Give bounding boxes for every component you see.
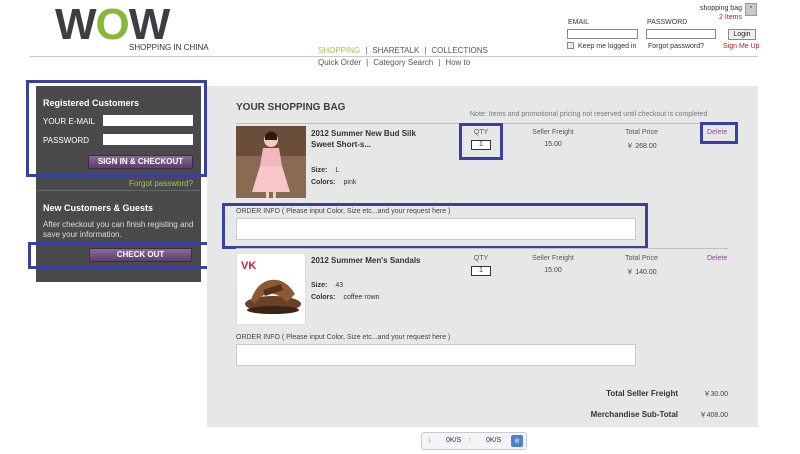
shopping-bag-title: YOUR SHOPPING BAG [236, 102, 346, 113]
nav-category-search[interactable]: Category Search [373, 58, 433, 67]
seller-freight-header: Seller Freight [532, 129, 574, 136]
login-button[interactable]: Login [728, 29, 756, 40]
colors-value: coffee rown [343, 294, 380, 301]
seller-freight-2: 15.00 [544, 267, 562, 274]
header-divider [30, 56, 758, 57]
shopping-bag-icon[interactable]: ● [745, 3, 757, 16]
seller-freight-header: Seller Freight [532, 255, 574, 262]
total-price-header: Total Price [625, 129, 658, 136]
header-password-label: PASSWORD [647, 19, 688, 26]
upload-speed: 0K/S [486, 437, 502, 444]
size-value: 43 [335, 282, 344, 289]
sign-up-link[interactable]: Sign Me Up [723, 43, 760, 50]
order-info-input-2[interactable] [236, 344, 636, 366]
keep-logged-in-label: Keep me logged in [578, 43, 637, 50]
annotation-box-order-info [222, 203, 648, 249]
new-customers-title: New Customers & Guests [43, 203, 154, 213]
annotation-box-qty [459, 123, 503, 160]
nav-collections[interactable]: COLLECTIONS [431, 46, 487, 55]
product-size-2: Size: 43 [311, 282, 343, 289]
colors-value: pink [343, 179, 357, 186]
total-seller-freight-label: Total Seller Freight [606, 389, 678, 398]
nav-sharetalk[interactable]: SHARETALK [372, 46, 419, 55]
shopping-bag-link[interactable]: shopping bag 2 Items [700, 4, 742, 22]
row-divider [236, 248, 728, 249]
product-name-1[interactable]: 2012 Summer New Bud Silk Sweet Short-s..… [311, 128, 416, 150]
product-image-sandals[interactable]: VK [236, 253, 306, 325]
product-image-dress[interactable] [236, 126, 306, 198]
keep-logged-in-checkbox[interactable] [567, 42, 574, 49]
product-size-1: Size: L [311, 167, 339, 174]
sidebar-forgot-password-link[interactable]: Forgot password? [129, 179, 193, 188]
qty-input-2[interactable]: 1 [471, 266, 491, 276]
seller-freight-1: 15.00 [544, 141, 562, 148]
colors-label: Colors: [311, 294, 336, 301]
annotation-box-checkout [28, 242, 210, 269]
delete-link-2[interactable]: Delete [707, 255, 727, 262]
logo-tagline: SHOPPING IN CHINA [129, 43, 209, 52]
size-label: Size: [311, 167, 328, 174]
merchandise-subtotal-label: Merchandise Sub-Total [590, 410, 678, 419]
header-email-label: EMAIL [568, 19, 590, 26]
merchandise-subtotal-value: ￥408.00 [699, 412, 728, 419]
svg-text:VK: VK [241, 260, 256, 272]
arrow-up-icon: ↑ [468, 437, 472, 444]
arrow-down-icon: ↓ [428, 437, 432, 444]
browser-icon[interactable]: e [511, 435, 523, 447]
primary-nav: SHOPPING | SHARETALK | COLLECTIONS [318, 46, 488, 55]
colors-label: Colors: [311, 179, 336, 186]
size-value: L [335, 167, 340, 174]
download-speed: 0K/S [446, 437, 462, 444]
product-name-2-line1: 2012 Summer Men's Sandals [311, 256, 421, 265]
qty-header: QTY [473, 255, 489, 262]
header-forgot-password-link[interactable]: Forgot password? [648, 43, 704, 50]
annotation-box-login [26, 80, 207, 177]
bag-count: 2 Items [719, 14, 742, 21]
secondary-nav: Quick Order | Category Search | How to [318, 58, 471, 67]
guest-info-text: After checkout you can finish registing … [43, 220, 194, 239]
bag-label: shopping bag [699, 5, 742, 12]
total-price-header: Total Price [625, 255, 658, 262]
order-info-label-2: ORDER INFO ( Please input Color, Size et… [236, 334, 451, 341]
bag-note: Note: Items and promotional pricing not … [470, 111, 708, 118]
sidebar-divider [36, 190, 201, 191]
nav-how-to[interactable]: How to [445, 58, 470, 67]
nav-quick-order[interactable]: Quick Order [318, 58, 361, 67]
header-password-input[interactable] [646, 29, 716, 39]
total-seller-freight-value: ￥30.00 [703, 391, 728, 398]
network-speed-widget[interactable]: ↓ 0K/S ↑ 0K/S e [421, 432, 527, 450]
product-name-1-line1: 2012 Summer New Bud Silk [311, 129, 416, 138]
site-logo[interactable]: WOW SHOPPING IN CHINA [55, 0, 209, 52]
annotation-box-delete [700, 122, 738, 144]
size-label: Size: [311, 282, 328, 289]
product-name-1-line2: Sweet Short-s... [311, 140, 372, 149]
nav-shopping[interactable]: SHOPPING [318, 46, 360, 55]
product-colors-1: Colors: pink [311, 179, 356, 186]
product-colors-2: Colors: coffee rown [311, 294, 380, 301]
total-price-2: ￥ 140.00 [626, 269, 657, 276]
total-price-1: ￥ 268.00 [626, 143, 657, 150]
product-name-2[interactable]: 2012 Summer Men's Sandals [311, 255, 421, 266]
header-email-input[interactable] [567, 29, 638, 39]
